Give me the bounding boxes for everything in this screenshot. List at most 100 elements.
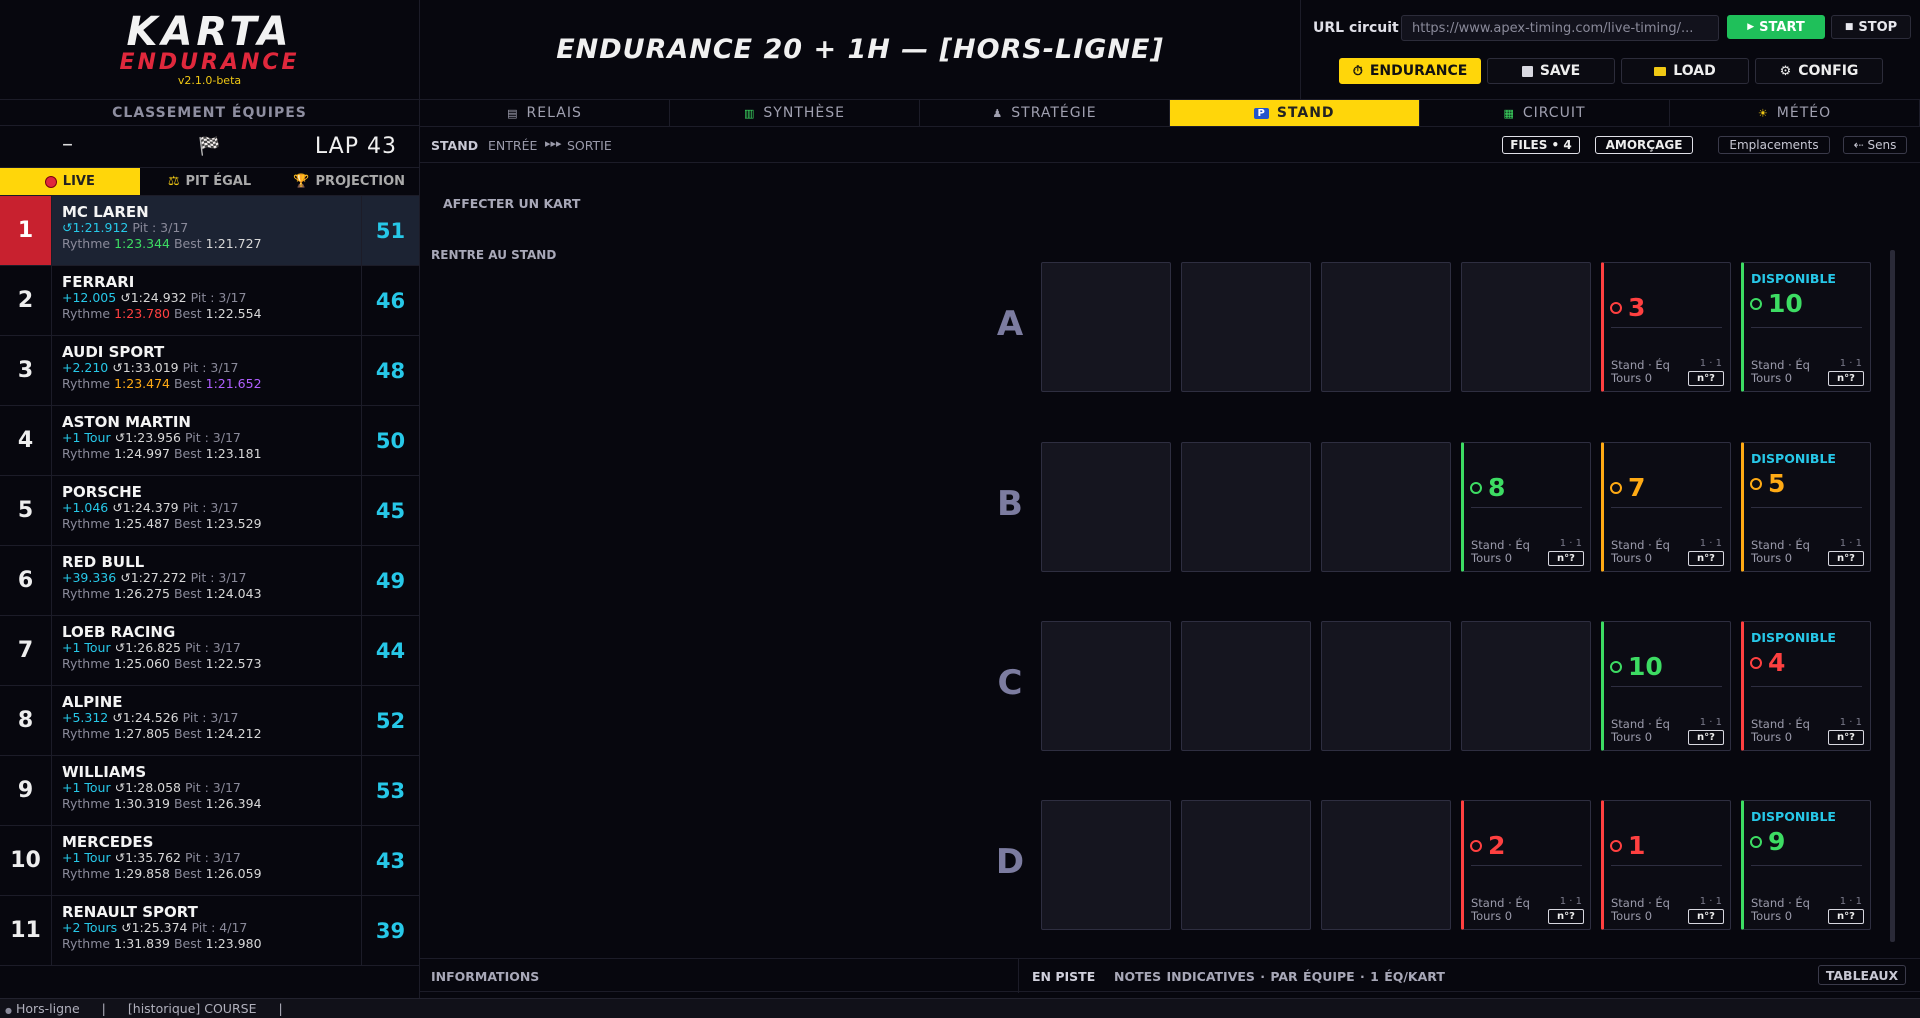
ratio-label: 1 · 1 [1839, 717, 1862, 728]
team-row[interactable]: 4 ASTON MARTIN +1 Tour ↺1:23.956 Pit : 3/1… [0, 406, 419, 476]
endurance-button[interactable]: ⏱ ENDURANCE [1339, 58, 1481, 84]
rythme-label: Rythme [62, 726, 111, 741]
stand-label: STAND [431, 138, 479, 153]
mode-tab-live[interactable]: LIVE [0, 168, 140, 196]
team-number-button[interactable]: n°? [1828, 371, 1864, 386]
stand-kart-card[interactable]: DISPONIBLE 5 Stand · Éq 1 · 1 Tours 0 n°? [1741, 442, 1871, 572]
tab-meteo[interactable]: ☀ MÉTÉO [1670, 100, 1920, 126]
best-label: Best [173, 586, 202, 601]
team-number-button[interactable]: n°? [1688, 551, 1724, 566]
lap-dash: – [62, 132, 73, 157]
team-last-lap: 1:24.379 [122, 500, 179, 515]
url-label: URL circuit . [1313, 20, 1409, 36]
stand-slot-empty[interactable] [1321, 262, 1451, 392]
status-separator: | [278, 1001, 283, 1016]
mode-tab-projection[interactable]: 🏆 PROJECTION [279, 168, 420, 196]
amorcage-button[interactable]: AMORÇAGE [1595, 136, 1693, 154]
kart-number-text: 2 [1488, 831, 1506, 860]
team-number-button[interactable]: n°? [1548, 909, 1584, 924]
stand-slot-empty[interactable] [1181, 262, 1311, 392]
team-name: RENAULT SPORT [62, 903, 198, 921]
team-row[interactable]: 10 MERCEDES +1 Tour ↺1:35.762 Pit : 3/17 Ry… [0, 826, 419, 896]
stand-slot-empty[interactable] [1181, 442, 1311, 572]
stand-kart-card[interactable]: 7 Stand · Éq 1 · 1 Tours 0 n°? [1601, 442, 1731, 572]
load-button[interactable]: LOAD [1621, 58, 1749, 84]
stop-button[interactable]: ■ STOP [1831, 15, 1911, 39]
team-info: PORSCHE +1.046 ↺1:24.379 Pit : 3/17 Rythme… [52, 476, 361, 545]
team-number-button[interactable]: n°? [1688, 909, 1724, 924]
stand-scrollbar[interactable] [1890, 250, 1895, 942]
ratio-label: 1 · 1 [1699, 717, 1722, 728]
ratio-label: 1 · 1 [1699, 538, 1722, 549]
stand-kart-card[interactable]: DISPONIBLE 4 Stand · Éq 1 · 1 Tours 0 n°? [1741, 621, 1871, 751]
team-row[interactable]: 2 FERRARI +12.005 ↺1:24.932 Pit : 3/17 Ryth… [0, 266, 419, 336]
tab-stand[interactable]: P STAND [1170, 100, 1420, 126]
team-row[interactable]: 1 MC LAREN ↺1:21.912 Pit : 3/17 Rythme 1:2… [0, 196, 419, 266]
team-row[interactable]: 6 RED BULL +39.336 ↺1:27.272 Pit : 3/17 Ryt… [0, 546, 419, 616]
team-position: 9 [0, 756, 52, 825]
team-row[interactable]: 9 WILLIAMS +1 Tour ↺1:28.058 Pit : 3/17 Ryt… [0, 756, 419, 826]
team-number-button[interactable]: n°? [1548, 551, 1584, 566]
card-divider [1751, 327, 1862, 328]
team-kart-number: 49 [361, 546, 419, 615]
stand-kart-card[interactable]: 10 Stand · Éq 1 · 1 Tours 0 n°? [1601, 621, 1731, 751]
stand-kart-card[interactable]: 2 Stand · Éq 1 · 1 Tours 0 n°? [1461, 800, 1591, 930]
team-pit: Pit : 3/17 [190, 290, 247, 305]
mode-tab-pit-egal[interactable]: ⚖ PIT ÉGAL [139, 168, 280, 196]
team-row[interactable]: 5 PORSCHE +1.046 ↺1:24.379 Pit : 3/17 Rythm… [0, 476, 419, 546]
tab-strategie[interactable]: ♟ STRATÉGIE [920, 100, 1170, 126]
tab-label: CIRCUIT [1522, 105, 1586, 121]
stand-slot-empty[interactable] [1181, 621, 1311, 751]
logo: KARTA ENDURANCE v2.1.0-beta [0, 0, 420, 100]
team-row[interactable]: 7 LOEB RACING +1 Tour ↺1:26.825 Pit : 3/17… [0, 616, 419, 686]
team-best: 1:24.212 [205, 726, 262, 741]
sens-button[interactable]: ⇠ Sens [1843, 136, 1907, 154]
team-row[interactable]: 3 AUDI SPORT +2.210 ↺1:33.019 Pit : 3/17 Ry… [0, 336, 419, 406]
team-last-lap: 1:33.019 [122, 360, 179, 375]
stand-slot-empty[interactable] [1321, 800, 1451, 930]
stopwatch-icon: ↺ [120, 290, 131, 305]
team-rythme: 1:24.997 [114, 446, 170, 461]
save-button[interactable]: SAVE [1487, 58, 1615, 84]
stand-slot-empty[interactable] [1041, 800, 1171, 930]
team-number-button[interactable]: n°? [1828, 730, 1864, 745]
files-button[interactable]: FILES • 4 [1502, 136, 1580, 154]
url-input[interactable] [1401, 15, 1719, 41]
stand-slot-empty[interactable] [1461, 621, 1591, 751]
team-row[interactable]: 11 RENAULT SPORT +2 Tours ↺1:25.374 Pit : … [0, 896, 419, 966]
stand-kart-card[interactable]: DISPONIBLE 10 Stand · Éq 1 · 1 Tours 0 n°? [1741, 262, 1871, 392]
tab-relais[interactable]: ▤ RELAIS [420, 100, 670, 126]
stand-slot-empty[interactable] [1321, 621, 1451, 751]
team-row[interactable]: 8 ALPINE +5.312 ↺1:24.526 Pit : 3/17 Rythme… [0, 686, 419, 756]
load-label: LOAD [1673, 63, 1716, 79]
stand-slot-empty[interactable] [1461, 262, 1591, 392]
team-number-button[interactable]: n°? [1828, 909, 1864, 924]
stand-slot-empty[interactable] [1041, 442, 1171, 572]
stand-slot-empty[interactable] [1041, 262, 1171, 392]
best-label: Best [173, 936, 202, 951]
stand-slot-empty[interactable] [1181, 800, 1311, 930]
start-button[interactable]: ▶ START [1727, 15, 1825, 39]
stand-kart-card[interactable]: DISPONIBLE 9 Stand · Éq 1 · 1 Tours 0 n°? [1741, 800, 1871, 930]
stopwatch-icon: ↺ [114, 780, 126, 795]
emplacements-button[interactable]: Emplacements [1718, 136, 1830, 154]
tab-synthese[interactable]: ▥ SYNTHÈSE [670, 100, 920, 126]
config-label: CONFIG [1798, 63, 1859, 79]
team-number-button[interactable]: n°? [1688, 371, 1724, 386]
stand-kart-card[interactable]: 8 Stand · Éq 1 · 1 Tours 0 n°? [1461, 442, 1591, 572]
config-button[interactable]: ⚙ CONFIG [1755, 58, 1883, 84]
rythme-label: Rythme [62, 656, 111, 671]
team-line-times: +1.046 ↺1:24.379 Pit : 3/17 [62, 500, 361, 516]
stand-slot-empty[interactable] [1321, 442, 1451, 572]
stand-kart-card[interactable]: 1 Stand · Éq 1 · 1 Tours 0 n°? [1601, 800, 1731, 930]
tableaux-button[interactable]: TABLEAUX [1818, 965, 1906, 985]
stand-kart-card[interactable]: 3 Stand · Éq 1 · 1 Tours 0 n°? [1601, 262, 1731, 392]
endurance-label: ENDURANCE [1369, 63, 1468, 79]
team-gap: +1 Tour [62, 780, 111, 795]
tab-circuit[interactable]: ▦ CIRCUIT [1420, 100, 1670, 126]
team-last-lap: 1:21.912 [72, 220, 129, 235]
stand-slot-empty[interactable] [1041, 621, 1171, 751]
kart-number-text: 9 [1768, 827, 1786, 856]
team-number-button[interactable]: n°? [1688, 730, 1724, 745]
team-number-button[interactable]: n°? [1828, 551, 1864, 566]
